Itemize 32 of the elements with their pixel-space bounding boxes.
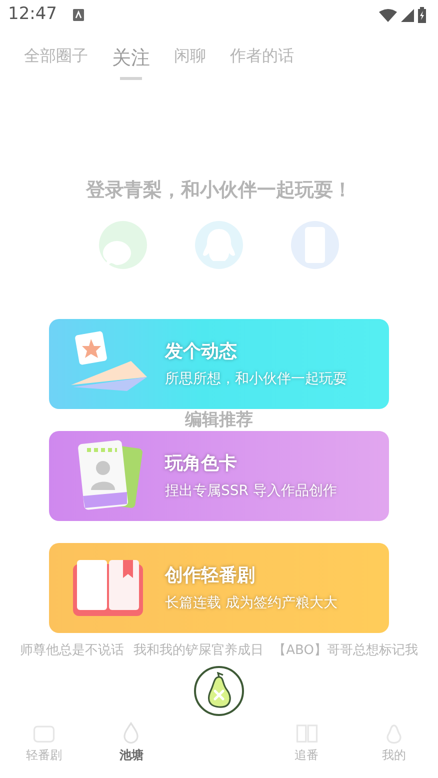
login-heading: 登录青梨，和小伙伴一起玩耍！	[86, 179, 352, 201]
action-card[interactable]: 创作轻番剧 长篇连载 成为签约产粮大大	[49, 542, 389, 632]
penguin-login-icon[interactable]	[195, 220, 243, 268]
story-title: 我和我的铲屎官养成日	[134, 642, 264, 660]
action-title: 发个动态	[165, 340, 238, 364]
action-subtitle: 长篇连载 成为签约产粮大大	[165, 594, 338, 612]
close-button[interactable]	[194, 666, 244, 716]
action-card[interactable]: 玩角色卡 捏出专属SSR 导入作品创作	[49, 430, 389, 520]
nav-tab[interactable]: 我的	[382, 746, 406, 764]
chat-bubbles-login-icon[interactable]	[99, 220, 147, 268]
story-title: 师尊他总是不说话	[20, 642, 124, 660]
nav-tab[interactable]: 轻番剧	[26, 746, 62, 764]
phone-login-icon[interactable]	[291, 220, 339, 268]
action-card[interactable]: 发个动态 所思所想，和小伙伴一起玩耍	[49, 318, 389, 408]
battery-charging-icon	[418, 7, 426, 23]
action-subtitle: 所思所想，和小伙伴一起玩耍	[165, 370, 347, 388]
status-time: 12:47	[8, 3, 57, 26]
tab[interactable]: 全部圈子	[24, 44, 88, 68]
tab[interactable]: 闲聊	[174, 44, 206, 68]
signal-icon	[401, 8, 414, 22]
keyboard-a-icon	[73, 9, 84, 21]
nav-tab[interactable]: 池塘	[119, 746, 144, 764]
tab[interactable]: 关注	[112, 44, 150, 72]
story-title: 【ABO】哥哥总想标记我	[273, 642, 418, 660]
tab[interactable]: 作者的话	[230, 44, 294, 68]
action-title: 创作轻番剧	[165, 564, 256, 588]
tab-indicator	[120, 76, 142, 80]
action-subtitle: 捏出专属SSR 导入作品创作	[165, 482, 337, 500]
wifi-icon	[379, 8, 397, 22]
nav-tab[interactable]: 追番	[294, 746, 319, 764]
action-title: 玩角色卡	[165, 452, 238, 476]
section-heading: 编辑推荐	[185, 408, 253, 430]
